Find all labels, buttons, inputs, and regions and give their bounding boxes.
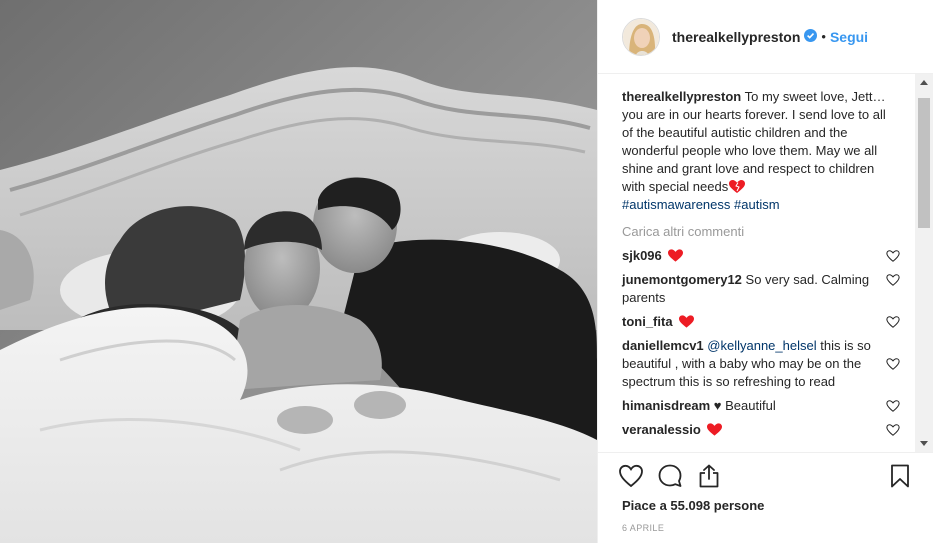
small-heart-icon[interactable] [886, 315, 900, 329]
post-side-panel: therealkellypreston • Segui therealkelly… [597, 0, 933, 543]
caption-text: To my sweet love, Jett… you are in our h… [622, 89, 886, 194]
bookmark-icon[interactable] [887, 463, 913, 489]
scrollbar-thumb[interactable] [918, 98, 930, 228]
comment-item: sjk096 [622, 247, 900, 265]
comment-text: ♥ Beautiful [713, 398, 776, 413]
small-heart-icon[interactable] [886, 249, 900, 263]
comment-username[interactable]: junemontgomery12 [622, 272, 742, 287]
comment-item: junemontgomery12 So very sad. Calming pa… [622, 271, 900, 307]
hashtag-autismawareness[interactable]: #autismawareness [622, 197, 730, 212]
small-heart-icon[interactable] [886, 423, 900, 437]
comment-item: himanisdream ♥ Beautiful [622, 397, 900, 415]
small-heart-icon[interactable] [886, 357, 900, 371]
photo-image [0, 0, 597, 543]
comment-item: veranalessio [622, 421, 900, 439]
verified-badge-icon [804, 28, 818, 45]
post-header: therealkellypreston • Segui [598, 0, 933, 74]
small-heart-icon[interactable] [886, 399, 900, 413]
post-photo[interactable] [0, 0, 597, 543]
follow-button[interactable]: Segui [830, 29, 868, 45]
heart-emoji-icon [668, 249, 684, 262]
comments-scrollbar[interactable] [915, 74, 933, 452]
heart-icon[interactable] [618, 463, 644, 489]
heart-emoji-icon [707, 423, 723, 436]
separator-dot: • [821, 29, 826, 44]
comment-item: toni_fita [622, 313, 900, 331]
post-username[interactable]: therealkellypreston [672, 29, 800, 45]
scroll-down-arrow[interactable] [920, 441, 928, 446]
small-heart-icon[interactable] [886, 273, 900, 287]
load-more-comments[interactable]: Carica altri commenti [622, 223, 916, 241]
comment-username[interactable]: sjk096 [622, 248, 662, 263]
comment-item: daniellemcv1 @kellyanne_helsel this is s… [622, 337, 900, 391]
heart-emoji-icon [679, 315, 695, 328]
scroll-up-arrow[interactable] [920, 80, 928, 85]
likes-count[interactable]: Piace a 55.098 persone [622, 498, 764, 513]
avatar-image [623, 18, 659, 55]
comment-username[interactable]: himanisdream [622, 398, 710, 413]
comment-username[interactable]: veranalessio [622, 422, 701, 437]
post-caption: therealkellypreston To my sweet love, Je… [622, 88, 894, 214]
instagram-post: therealkellypreston • Segui therealkelly… [0, 0, 933, 543]
comment-mention[interactable]: @kellyanne_helsel [707, 338, 816, 353]
heart-emoji-icon [729, 180, 746, 193]
comments-list[interactable]: therealkellypreston To my sweet love, Je… [598, 74, 916, 452]
share-icon[interactable] [696, 463, 722, 489]
caption-username[interactable]: therealkellypreston [622, 89, 741, 104]
comment-icon[interactable] [657, 463, 683, 489]
post-date[interactable]: 6 APRILE [622, 523, 664, 533]
comment-username[interactable]: toni_fita [622, 314, 673, 329]
avatar[interactable] [622, 17, 660, 56]
hashtag-autism[interactable]: #autism [734, 197, 780, 212]
comment-username[interactable]: daniellemcv1 [622, 338, 704, 353]
post-actions: Piace a 55.098 persone 6 APRILE [598, 452, 933, 543]
